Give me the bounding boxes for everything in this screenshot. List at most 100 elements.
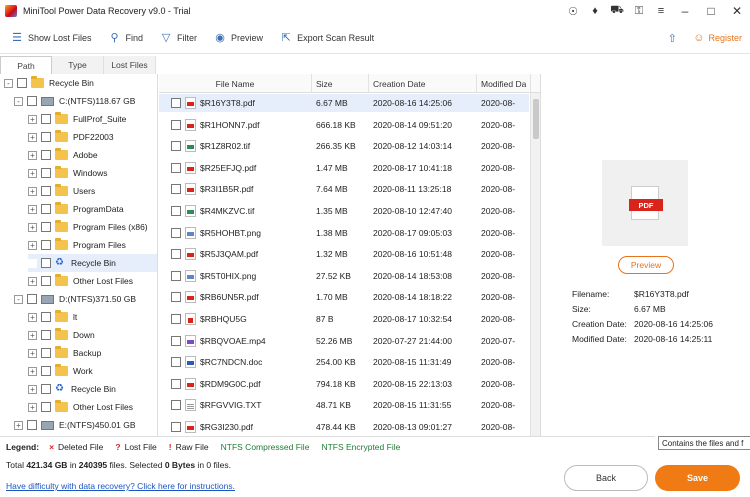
filter-button[interactable]: ▽ Filter bbox=[159, 31, 197, 45]
key-icon[interactable]: ⚿ bbox=[628, 0, 650, 22]
tree-checkbox[interactable] bbox=[27, 96, 37, 106]
file-checkbox[interactable] bbox=[171, 292, 181, 303]
tree-node[interactable]: + Other Lost Files bbox=[28, 272, 157, 290]
expand-icon[interactable]: + bbox=[28, 384, 37, 394]
collapse-icon[interactable]: - bbox=[4, 78, 13, 88]
file-checkbox[interactable] bbox=[171, 249, 181, 260]
file-row[interactable]: $RBQVOAE.mp4 52.26 MB 2020-07-27 21:44:00 2… bbox=[159, 332, 529, 350]
file-row[interactable]: $RC7NDCN.doc 254.00 KB 2020-08-15 11:31:49… bbox=[159, 353, 529, 371]
file-row[interactable]: $RDM9G0C.pdf 794.18 KB 2020-08-15 22:13:03… bbox=[159, 375, 529, 393]
file-row[interactable]: $R1Z8R02.tif 266.35 KB 2020-08-12 14:03:14… bbox=[159, 137, 529, 155]
back-button[interactable]: Back bbox=[564, 465, 648, 491]
tree-node[interactable]: - C:(NTFS)118.67 GB bbox=[14, 92, 157, 110]
tree-node[interactable]: + Other Lost Files bbox=[28, 398, 157, 416]
tree-checkbox[interactable] bbox=[41, 330, 51, 340]
tree-checkbox[interactable] bbox=[41, 348, 51, 358]
expand-icon[interactable]: + bbox=[28, 240, 37, 250]
file-checkbox[interactable] bbox=[171, 227, 181, 238]
tree-checkbox[interactable] bbox=[41, 402, 51, 412]
file-checkbox[interactable] bbox=[171, 378, 181, 389]
expand-icon[interactable]: + bbox=[28, 276, 37, 286]
tab-type[interactable]: Type bbox=[52, 56, 104, 74]
tree-checkbox[interactable] bbox=[41, 276, 51, 286]
cart-icon[interactable]: ⛟ bbox=[606, 0, 628, 22]
tree-node[interactable]: ♻ Recycle Bin bbox=[28, 254, 157, 272]
file-row[interactable]: $R25EFJQ.pdf 1.47 MB 2020-08-17 10:41:18 20… bbox=[159, 159, 529, 177]
tree-node[interactable]: + Program Files bbox=[28, 236, 157, 254]
tree-node[interactable]: + ProgramData bbox=[28, 200, 157, 218]
file-checkbox[interactable] bbox=[171, 119, 181, 130]
menu-icon[interactable]: ≡ bbox=[650, 0, 672, 22]
file-row[interactable]: $R1HONN7.pdf 666.18 KB 2020-08-14 09:51:20… bbox=[159, 116, 529, 134]
find-button[interactable]: ⚲ Find bbox=[108, 31, 144, 45]
tree-node[interactable]: + Users bbox=[28, 182, 157, 200]
file-checkbox[interactable] bbox=[171, 206, 181, 216]
save-button[interactable]: Save bbox=[655, 465, 740, 491]
file-row[interactable]: $R5T0HIX.png 27.52 KB 2020-08-14 18:53:08 2… bbox=[159, 267, 529, 285]
tree-node[interactable]: + FullProf_Suite bbox=[28, 110, 157, 128]
expand-icon[interactable]: + bbox=[28, 222, 37, 232]
expand-icon[interactable]: + bbox=[28, 330, 37, 340]
expand-icon[interactable]: + bbox=[28, 366, 37, 376]
file-checkbox[interactable] bbox=[171, 184, 181, 195]
expand-icon[interactable]: + bbox=[28, 150, 37, 160]
scrollbar-thumb[interactable] bbox=[533, 99, 539, 139]
file-checkbox[interactable] bbox=[171, 98, 181, 108]
file-list-scrollbar[interactable] bbox=[530, 93, 540, 436]
file-row[interactable]: $RG3I230.pdf 478.44 KB 2020-08-13 09:01:27… bbox=[159, 418, 529, 436]
expand-icon[interactable]: + bbox=[28, 312, 37, 322]
file-checkbox[interactable] bbox=[171, 400, 181, 411]
file-row[interactable]: $RBHQU5G 87 B 2020-08-17 10:32:54 2020-08- bbox=[159, 310, 529, 328]
file-row[interactable]: $R5HOHBT.png 1.38 MB 2020-08-17 09:05:03 20… bbox=[159, 224, 529, 242]
file-checkbox[interactable] bbox=[171, 314, 181, 324]
tree-node[interactable]: - D:(NTFS)371.50 GB bbox=[14, 290, 157, 308]
preview-toolbar-button[interactable]: ◉ Preview bbox=[213, 31, 263, 45]
expand-icon[interactable]: + bbox=[28, 132, 37, 142]
maximize-button[interactable]: □ bbox=[698, 0, 724, 22]
tree-node[interactable]: + Down bbox=[28, 326, 157, 344]
tree-checkbox[interactable] bbox=[41, 384, 51, 394]
file-row[interactable]: $R4MKZVC.tif 1.35 MB 2020-08-10 12:47:40 20… bbox=[159, 202, 529, 220]
file-row[interactable]: $R5J3QAM.pdf 1.32 MB 2020-08-16 10:51:48 20… bbox=[159, 245, 529, 263]
file-checkbox[interactable] bbox=[171, 162, 181, 173]
preview-button[interactable]: Preview bbox=[618, 256, 674, 274]
expand-icon[interactable]: + bbox=[14, 420, 23, 430]
tree-checkbox[interactable] bbox=[41, 204, 51, 214]
file-row[interactable]: $RFGVVIG.TXT 48.71 KB 2020-08-15 11:31:55 2… bbox=[159, 396, 529, 414]
expand-icon[interactable]: + bbox=[28, 348, 37, 358]
tag-icon[interactable]: ♦ bbox=[584, 0, 606, 22]
file-row[interactable]: $RB6UN5R.pdf 1.70 MB 2020-08-14 18:18:22 20… bbox=[159, 288, 529, 306]
tree-node[interactable]: + lt bbox=[28, 308, 157, 326]
close-button[interactable]: ✕ bbox=[724, 0, 750, 22]
tree-checkbox[interactable] bbox=[41, 186, 51, 196]
support-icon[interactable]: ☉ bbox=[562, 0, 584, 22]
show-lost-files-button[interactable]: ☰ Show Lost Files bbox=[10, 31, 91, 45]
tree-checkbox[interactable] bbox=[41, 222, 51, 232]
tree-node[interactable]: + Windows bbox=[28, 164, 157, 182]
register-button[interactable]: ☺ Register bbox=[693, 32, 742, 44]
tree-node[interactable]: + E:(NTFS)450.01 GB bbox=[14, 416, 157, 434]
file-checkbox[interactable] bbox=[171, 270, 181, 281]
tree-checkbox[interactable] bbox=[17, 78, 27, 88]
tree-node[interactable]: - Recycle Bin bbox=[4, 74, 157, 92]
share-icon[interactable]: ⇧ bbox=[665, 31, 679, 45]
file-row[interactable]: $R16Y3T8.pdf 6.67 MB 2020-08-16 14:25:06 20… bbox=[159, 94, 529, 112]
expand-icon[interactable]: + bbox=[28, 402, 37, 412]
tree-node[interactable]: + PDF22003 bbox=[28, 128, 157, 146]
file-checkbox[interactable] bbox=[171, 335, 181, 346]
minimize-button[interactable]: – bbox=[672, 0, 698, 22]
tree-checkbox[interactable] bbox=[41, 366, 51, 376]
column-file-name[interactable]: File Name bbox=[159, 74, 312, 93]
tree-checkbox[interactable] bbox=[41, 240, 51, 250]
file-checkbox[interactable] bbox=[171, 357, 181, 368]
tree-checkbox[interactable] bbox=[41, 258, 51, 268]
file-checkbox[interactable] bbox=[171, 422, 181, 432]
tree-node[interactable]: + Backup bbox=[28, 344, 157, 362]
expand-icon[interactable]: + bbox=[28, 168, 37, 178]
file-row[interactable]: $R3I1B5R.pdf 7.64 MB 2020-08-11 13:25:18 20… bbox=[159, 180, 529, 198]
expand-icon[interactable]: + bbox=[28, 204, 37, 214]
tree-checkbox[interactable] bbox=[27, 420, 37, 430]
export-scan-result-button[interactable]: ⇱ Export Scan Result bbox=[279, 31, 374, 45]
collapse-icon[interactable]: - bbox=[14, 294, 23, 304]
tab-path[interactable]: Path bbox=[0, 56, 52, 74]
